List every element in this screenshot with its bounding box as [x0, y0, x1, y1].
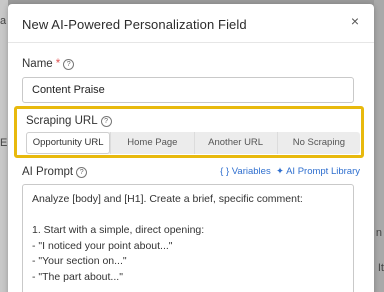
name-input[interactable]: Content Praise: [22, 77, 354, 103]
background-text-fragment: n: [375, 227, 382, 239]
help-icon[interactable]: ?: [76, 167, 88, 178]
sparkle-icon[interactable]: ✦: [276, 166, 284, 177]
required-asterisk: *: [55, 58, 61, 70]
ai-prompt-header: AI Prompt? { } Variables ✦ AI Prompt Lib…: [22, 166, 360, 180]
name-label-text: Name: [22, 58, 53, 70]
prompt-line: - "Your section on...": [32, 255, 127, 267]
modal-header: New AI-Powered Personalization Field ×: [8, 4, 374, 43]
prompt-links: { } Variables ✦ AI Prompt Library: [220, 166, 360, 177]
help-icon[interactable]: ?: [63, 59, 75, 70]
scraping-option-home-page[interactable]: Home Page: [110, 132, 193, 154]
scraping-option-no-scraping[interactable]: No Scraping: [276, 132, 360, 154]
ai-prompt-label-text: AI Prompt: [22, 166, 74, 178]
background-text-fragment: a: [0, 15, 7, 27]
scraping-option-another-url[interactable]: Another URL: [193, 132, 277, 154]
scraping-option-selector: Opportunity URL Home Page Another URL No…: [26, 132, 360, 154]
prompt-line: 1. Start with a simple, direct opening:: [32, 224, 205, 236]
scraping-label-text: Scraping URL: [26, 115, 98, 127]
ai-prompt-label: AI Prompt?: [22, 166, 88, 178]
help-icon[interactable]: ?: [100, 116, 112, 127]
modal-title: New AI-Powered Personalization Field: [22, 17, 247, 32]
prompt-line: Analyze [body] and [H1]. Create a brief,…: [32, 193, 303, 205]
close-icon[interactable]: ×: [348, 14, 362, 28]
variables-icon[interactable]: { }: [220, 166, 229, 177]
prompt-line: - "I noticed your point about...": [32, 239, 173, 252]
scraping-url-label: Scraping URL?: [26, 115, 112, 127]
scraping-url-section: Scraping URL? Opportunity URL Home Page …: [14, 106, 364, 158]
background-page-right: [374, 0, 384, 292]
scraping-option-opportunity-url[interactable]: Opportunity URL: [26, 132, 111, 154]
ai-prompt-library-link[interactable]: AI Prompt Library: [286, 166, 360, 177]
background-text-fragment: It: [377, 262, 384, 274]
variables-link[interactable]: Variables: [232, 166, 271, 177]
ai-prompt-textarea[interactable]: Analyze [body] and [H1]. Create a brief,…: [22, 184, 354, 292]
prompt-line: [32, 208, 344, 224]
personalization-field-modal: New AI-Powered Personalization Field × N…: [8, 4, 374, 292]
name-field-label: Name *?: [22, 58, 75, 70]
background-text-fragment: E: [0, 137, 8, 149]
prompt-line: - "The part about...": [32, 270, 123, 283]
